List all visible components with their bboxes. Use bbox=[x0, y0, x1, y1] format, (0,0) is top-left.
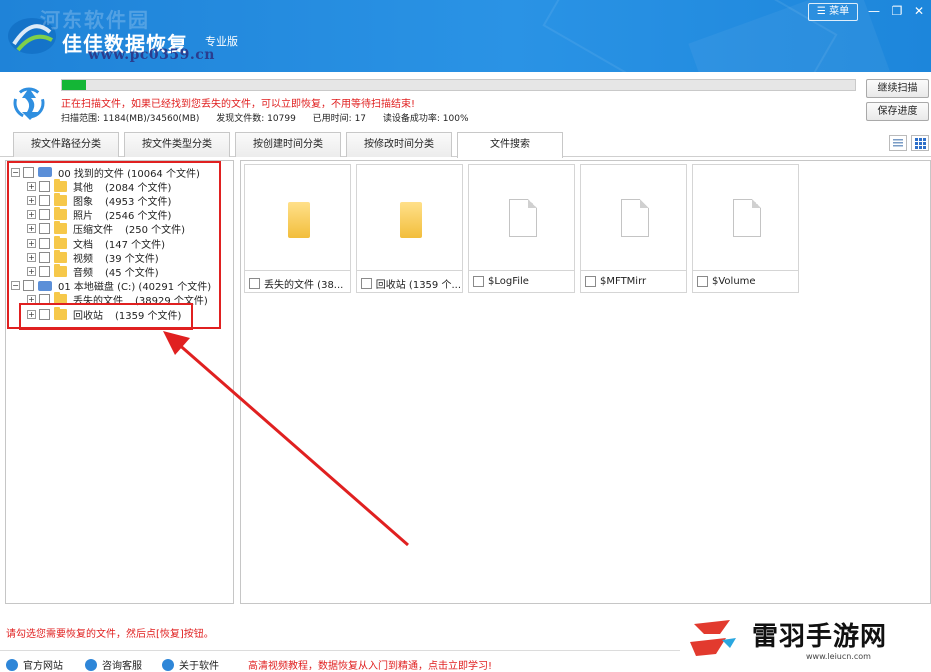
footer-link-label: 官方网站 bbox=[23, 661, 63, 672]
scan-stats: 扫描范围: 1184(MB)/34560(MB) 发现文件数: 10799 已用… bbox=[61, 111, 483, 124]
document-icon bbox=[621, 199, 649, 237]
file-name: $MFTMirr bbox=[600, 276, 647, 287]
file-name: 回收站 (1359 个... bbox=[375, 280, 461, 291]
file-checkbox[interactable] bbox=[585, 276, 596, 287]
menu-label: 菜单 bbox=[829, 6, 850, 17]
site-badge: 雷羽手游网 www.leiucn.com bbox=[680, 608, 931, 671]
file-thumbnail bbox=[581, 165, 686, 271]
footer-link-label: 关于软件 bbox=[179, 661, 219, 672]
recycle-scan-icon bbox=[13, 87, 45, 120]
file-label: $MFTMirr bbox=[585, 276, 685, 287]
footer-link-label: 咨询客服 bbox=[102, 661, 142, 672]
grid-view-icon[interactable] bbox=[911, 135, 929, 151]
hint-text: 请勾选您需要恢复的文件，然后点[恢复]按钮。 bbox=[6, 629, 214, 640]
file-name: $LogFile bbox=[488, 276, 529, 287]
tutorial-promo-link[interactable]: 高清视频教程，数据恢复从入门到精通，点击立即学习! bbox=[248, 657, 492, 672]
tab-file-search[interactable]: 文件搜索 bbox=[457, 132, 563, 158]
read-success-rate: 读设备成功率: 100% bbox=[382, 114, 469, 124]
file-name: $Volume bbox=[712, 276, 756, 287]
tab-by-type[interactable]: 按文件类型分类 bbox=[124, 132, 230, 157]
list-view-icon[interactable] bbox=[889, 135, 907, 151]
badge-logo-icon bbox=[690, 620, 736, 656]
scan-progress-fill bbox=[62, 80, 86, 90]
elapsed-time: 已用时间: 17 bbox=[312, 114, 367, 124]
tab-by-modified[interactable]: 按修改时间分类 bbox=[346, 132, 452, 157]
minimize-icon[interactable]: — bbox=[867, 4, 881, 18]
file-name: 丢失的文件 (38... bbox=[264, 280, 344, 291]
restore-icon[interactable]: ❐ bbox=[890, 4, 904, 18]
save-progress-button[interactable]: 保存进度 bbox=[866, 102, 929, 121]
file-thumbnail bbox=[469, 165, 574, 271]
file-checkbox[interactable] bbox=[473, 276, 484, 287]
continue-scan-button[interactable]: 继续扫描 bbox=[866, 79, 929, 98]
title-bar: 河东软件园 佳佳数据恢复 专业版 www.pc0359.cn ☰ 菜单 — ❐ … bbox=[0, 0, 931, 72]
file-card[interactable]: $Volume bbox=[692, 164, 799, 293]
footer-link-support[interactable]: 咨询客服 bbox=[85, 657, 142, 672]
category-tabs: 按文件路径分类 按文件类型分类 按创建时间分类 按修改时间分类 文件搜索 bbox=[0, 131, 931, 158]
document-icon bbox=[733, 199, 761, 237]
file-label: 回收站 (1359 个... bbox=[361, 276, 461, 291]
files-found: 发现文件数: 10799 bbox=[216, 114, 296, 124]
file-checkbox[interactable] bbox=[697, 276, 708, 287]
file-card[interactable]: $LogFile bbox=[468, 164, 575, 293]
file-thumbnail bbox=[357, 165, 462, 271]
scan-status-text: 正在扫描文件，如果已经找到您丢失的文件，可以立即恢复，不用等待扫描结束! bbox=[61, 99, 416, 110]
file-label: $LogFile bbox=[473, 276, 573, 287]
file-card[interactable]: 丢失的文件 (38... bbox=[244, 164, 351, 293]
headset-icon bbox=[85, 658, 97, 671]
home-icon bbox=[6, 658, 18, 671]
file-card[interactable]: $MFTMirr bbox=[580, 164, 687, 293]
highlight-box bbox=[19, 303, 193, 330]
close-icon[interactable]: ✕ bbox=[912, 4, 926, 18]
file-checkbox[interactable] bbox=[361, 278, 372, 289]
footer-link-website[interactable]: 官方网站 bbox=[6, 657, 63, 672]
file-card[interactable]: 回收站 (1359 个... bbox=[356, 164, 463, 293]
tab-by-created[interactable]: 按创建时间分类 bbox=[235, 132, 341, 157]
file-label: $Volume bbox=[697, 276, 797, 287]
folder-icon bbox=[288, 202, 310, 238]
file-thumbnail bbox=[245, 165, 350, 271]
menu-icon: ☰ bbox=[816, 6, 826, 17]
scan-range: 扫描范围: 1184(MB)/34560(MB) bbox=[61, 114, 200, 124]
footer-link-about[interactable]: 关于软件 bbox=[162, 657, 219, 672]
folder-icon bbox=[400, 202, 422, 238]
menu-button[interactable]: ☰ 菜单 bbox=[808, 3, 858, 21]
badge-url: www.leiucn.com bbox=[806, 652, 871, 661]
tab-by-path[interactable]: 按文件路径分类 bbox=[13, 132, 119, 157]
site-watermark: www.pc0359.cn bbox=[88, 47, 215, 63]
info-icon bbox=[162, 658, 174, 671]
badge-name: 雷羽手游网 bbox=[752, 622, 888, 652]
scan-progress-bar bbox=[61, 79, 856, 91]
file-thumbnail bbox=[693, 165, 798, 271]
file-checkbox[interactable] bbox=[249, 278, 260, 289]
document-icon bbox=[509, 199, 537, 237]
file-label: 丢失的文件 (38... bbox=[249, 276, 349, 291]
